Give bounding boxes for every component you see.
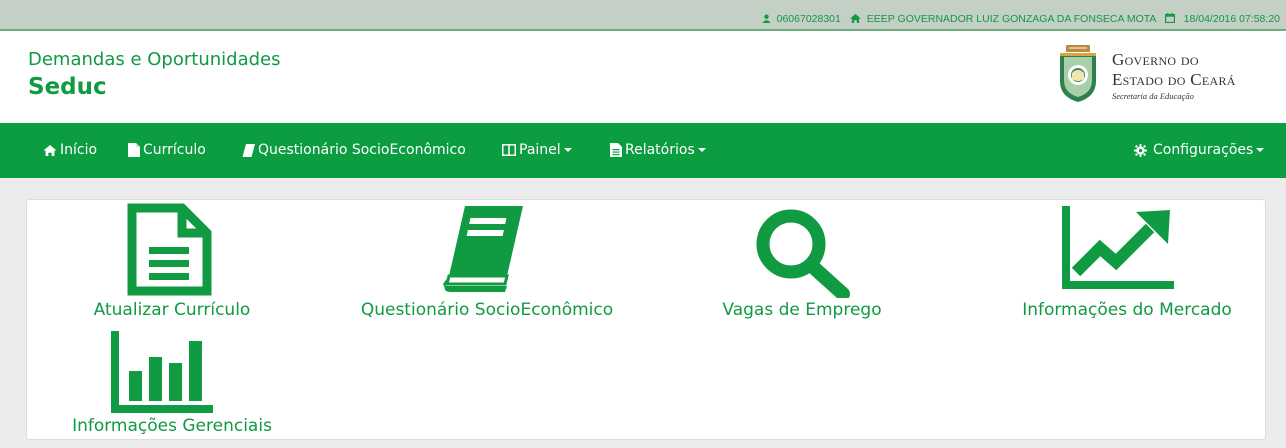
main-navbar: Início Currículo Questionário SocioEconô… — [0, 123, 1286, 178]
gov-line-3: Secretaria da Educação — [1112, 91, 1194, 101]
tile-questionario-label: Questionário SocioEconômico — [360, 300, 614, 320]
columns-icon — [502, 144, 516, 156]
tile-informacoes-mercado[interactable]: Informações do Mercado — [992, 200, 1262, 325]
tile-vagas-emprego-label: Vagas de Emprego — [722, 300, 882, 320]
book-icon — [242, 143, 255, 157]
chevron-down-icon — [1256, 148, 1265, 152]
nav-questionario-label: Questionário SocioEconômico — [258, 142, 466, 158]
nav-questionario[interactable]: Questionário SocioEconômico — [242, 142, 466, 158]
tile-questionario[interactable]: Questionário SocioEconômico — [347, 200, 627, 325]
datetime-item: 18/04/2016 07:58:20 — [1164, 13, 1280, 25]
gov-line-2: Estado do Ceará — [1112, 70, 1236, 89]
nav-configuracoes[interactable]: Configurações — [1134, 142, 1265, 158]
nav-curriculo[interactable]: Currículo — [128, 142, 206, 158]
top-info-bar: 06067028301 EEEP GOVERNADOR LUIZ GONZAGA… — [0, 0, 1286, 31]
nav-relatorios-label: Relatórios — [625, 142, 695, 158]
tile-informacoes-gerenciais[interactable]: Informações Gerenciais — [57, 325, 287, 441]
brand-subtitle: Demandas e Oportunidades — [28, 49, 281, 70]
school-item: EEEP GOVERNADOR LUIZ GONZAGA DA FONSECA … — [849, 13, 1159, 25]
line-chart-icon — [1062, 206, 1174, 289]
search-icon — [756, 209, 850, 298]
gear-icon — [1134, 143, 1147, 157]
user-info: 06067028301 EEEP GOVERNADOR LUIZ GONZAGA… — [762, 13, 1280, 25]
main-panel: Atualizar Currículo Questionário SocioEc… — [26, 199, 1266, 440]
user-id: 06067028301 — [776, 13, 841, 25]
school-name: EEEP GOVERNADOR LUIZ GONZAGA DA FONSECA … — [866, 13, 1156, 25]
calendar-icon — [1164, 13, 1175, 24]
file-text-icon — [610, 143, 622, 157]
nav-painel-label: Painel — [519, 142, 561, 158]
tile-atualizar-curriculo-label: Atualizar Currículo — [93, 300, 251, 320]
book-icon — [443, 206, 523, 292]
nav-configuracoes-label: Configurações — [1153, 142, 1254, 158]
brand-title[interactable]: Seduc — [28, 74, 107, 100]
home-icon — [43, 144, 57, 156]
gov-line-1: Governo do — [1112, 50, 1199, 69]
tile-informacoes-gerenciais-label: Informações Gerenciais — [72, 416, 272, 436]
page-header: Demandas e Oportunidades Seduc Governo d… — [0, 31, 1286, 123]
state-coat-of-arms-logo — [1060, 45, 1096, 102]
chevron-down-icon — [563, 148, 572, 152]
government-name: Governo do Estado do Ceará Secretaria da… — [1112, 50, 1236, 102]
file-icon — [128, 143, 140, 157]
tile-vagas-emprego[interactable]: Vagas de Emprego — [692, 200, 912, 325]
user-icon — [762, 14, 771, 23]
user-id-item: 06067028301 — [762, 13, 844, 25]
tile-informacoes-mercado-label: Informações do Mercado — [1022, 300, 1232, 320]
tile-atualizar-curriculo[interactable]: Atualizar Currículo — [67, 200, 277, 325]
nav-inicio[interactable]: Início — [43, 142, 97, 158]
nav-inicio-label: Início — [60, 142, 98, 158]
datetime: 18/04/2016 07:58:20 — [1183, 13, 1280, 25]
chevron-down-icon — [697, 148, 706, 152]
nav-painel[interactable]: Painel — [502, 142, 572, 158]
home-icon — [849, 14, 861, 23]
document-icon — [127, 203, 212, 296]
nav-curriculo-label: Currículo — [143, 142, 206, 158]
nav-relatorios[interactable]: Relatórios — [610, 142, 706, 158]
bar-chart-icon — [111, 331, 213, 413]
